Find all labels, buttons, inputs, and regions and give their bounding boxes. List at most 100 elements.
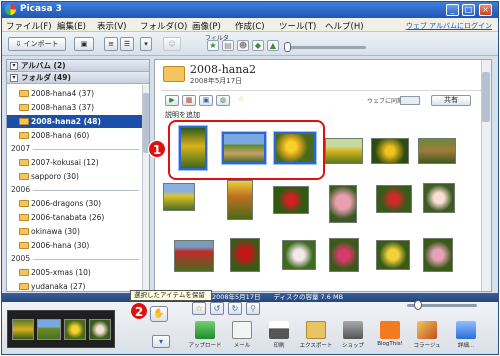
- collapse-icon[interactable]: ▾: [10, 74, 18, 82]
- add-to-album-button[interactable]: ▣: [74, 37, 94, 51]
- blogthis-action[interactable]: BlogThis!: [373, 321, 407, 354]
- filter-slider-thumb[interactable]: [284, 42, 291, 52]
- folder-item[interactable]: okinawa (30): [7, 225, 142, 238]
- play-slideshow-button[interactable]: ▶: [165, 95, 179, 106]
- web-sync-toggle[interactable]: [400, 96, 420, 105]
- photo-thumbnail[interactable]: [227, 180, 253, 220]
- filter-starred-button[interactable]: ★: [207, 40, 219, 51]
- export-label: エクスポート: [299, 343, 333, 349]
- shop-action[interactable]: ショップ: [336, 321, 370, 354]
- folder-item[interactable]: 2008-hana4 (37): [7, 87, 142, 100]
- folder-label: 2008-hana (60): [31, 131, 90, 140]
- album-view-scroll-thumb[interactable]: [482, 72, 490, 122]
- menu-folder[interactable]: フォルダ(O): [140, 20, 187, 32]
- view-dropdown-button[interactable]: ▾: [140, 37, 152, 51]
- menu-create[interactable]: 作成(C): [235, 20, 265, 32]
- close-button[interactable]: ×: [479, 4, 492, 16]
- tray-photo-thumbnail[interactable]: [64, 319, 86, 340]
- menu-tools[interactable]: ツール(T): [279, 20, 316, 32]
- folder-item[interactable]: 2006-dragons (30): [7, 197, 142, 210]
- tray-photo-thumbnail[interactable]: [37, 319, 61, 340]
- export-action[interactable]: エクスポート: [299, 321, 333, 354]
- photo-thumbnail[interactable]: [371, 138, 409, 164]
- tray-photo-thumbnail[interactable]: [89, 319, 111, 340]
- folder-icon: [19, 228, 29, 235]
- tray-menu-icon: ▾: [158, 337, 163, 346]
- folder-icon: [19, 269, 29, 276]
- photo-thumbnail[interactable]: [418, 138, 456, 164]
- print-action[interactable]: 印刷: [262, 321, 296, 354]
- photo-thumbnail[interactable]: [174, 240, 214, 272]
- collage-action[interactable]: コラージュ: [410, 321, 444, 354]
- more-label: 詳細...: [457, 343, 475, 349]
- thumbnail-size-slider-thumb[interactable]: [414, 300, 422, 310]
- geotag-button[interactable]: ◍: [216, 95, 230, 106]
- star-icon: ☆: [237, 95, 245, 103]
- star-selected-button[interactable]: ☆: [192, 302, 206, 315]
- menu-file[interactable]: ファイル(F): [6, 20, 52, 32]
- photo-thumbnail[interactable]: [282, 240, 316, 270]
- pushpin-icon: ✋: [153, 309, 165, 319]
- minimize-button[interactable]: _: [446, 4, 459, 16]
- folder-item-selected[interactable]: 2008-hana2 (48): [7, 115, 142, 128]
- add-description-link[interactable]: 説明を追加: [165, 110, 200, 120]
- photo-thumbnail[interactable]: [329, 185, 357, 223]
- more-action[interactable]: 詳細...: [449, 321, 483, 354]
- menu-picture[interactable]: 画像(P): [192, 20, 221, 32]
- hold-selected-button[interactable]: ✋: [150, 306, 168, 322]
- zoom-out-button[interactable]: ⚲: [246, 302, 260, 315]
- albums-header[interactable]: ▾ アルバム (2): [7, 60, 149, 72]
- photo-thumbnail[interactable]: [376, 185, 412, 213]
- photo-thumbnail[interactable]: [230, 238, 260, 272]
- rotate-left-button[interactable]: ↺: [210, 302, 224, 315]
- folder-item[interactable]: 2008-hana (60): [7, 129, 142, 142]
- people-button[interactable]: ☺: [163, 37, 181, 51]
- filter-faces-button[interactable]: ◆: [252, 40, 264, 51]
- tray-menu-button[interactable]: ▾: [152, 335, 170, 348]
- photo-thumbnail[interactable]: [423, 183, 455, 213]
- photo-thumbnail[interactable]: [273, 186, 309, 214]
- email-action[interactable]: メール: [225, 321, 259, 354]
- folder-item[interactable]: 2006-tanabata (26): [7, 211, 142, 224]
- share-button[interactable]: 共有: [431, 95, 471, 106]
- filter-video-button[interactable]: ▤: [222, 40, 234, 51]
- folder-item[interactable]: yudanaka (27): [7, 280, 142, 291]
- blogger-icon: [380, 321, 400, 339]
- folder-item[interactable]: 2008-hana3 (37): [7, 101, 142, 114]
- web-album-login-link[interactable]: ウェブ アルバムにログイン: [406, 21, 492, 31]
- filter-uploaded-button[interactable]: ▲: [267, 40, 279, 51]
- rotate-right-button[interactable]: ↻: [228, 302, 242, 315]
- picasa-window: Picasa 3 _ □ × ファイル(F) 編集(E) 表示(V) フォルダ(…: [1, 1, 499, 355]
- selected-photos-highlight: [168, 120, 325, 180]
- menu-help[interactable]: ヘルプ(H): [325, 20, 364, 32]
- tray-photo-thumbnail[interactable]: [12, 319, 34, 340]
- folder-item[interactable]: sapporo (30): [7, 170, 142, 183]
- tree-view-button[interactable]: ☰: [120, 37, 134, 51]
- list-view-button[interactable]: ≡: [104, 37, 118, 51]
- filter-geotag-button[interactable]: ☻: [237, 40, 249, 51]
- star-album-button[interactable]: ☆: [234, 95, 248, 106]
- maximize-button[interactable]: □: [462, 4, 475, 16]
- folders-header[interactable]: ▾ フォルダ (49): [7, 72, 149, 84]
- album-title[interactable]: 2008-hana2: [190, 63, 256, 76]
- people-icon: ☺: [168, 40, 176, 48]
- folder-item[interactable]: 2005-xmas (10): [7, 266, 142, 279]
- folder-icon: [19, 159, 29, 166]
- upload-action[interactable]: アップロード: [188, 321, 222, 354]
- year-group-2007: 2007: [11, 144, 140, 153]
- menu-view[interactable]: 表示(V): [97, 20, 126, 32]
- photo-thumbnail[interactable]: [376, 240, 410, 270]
- photo-thumbnail[interactable]: [163, 183, 195, 211]
- collage-button[interactable]: ▦: [182, 95, 196, 106]
- folders-header-label: フォルダ (49): [21, 73, 71, 82]
- photo-thumbnail[interactable]: [423, 238, 453, 272]
- photo-thumbnail[interactable]: [325, 138, 363, 164]
- menu-edit[interactable]: 編集(E): [57, 20, 86, 32]
- import-button[interactable]: ⇩ インポート: [8, 37, 66, 51]
- movie-button[interactable]: ▣: [199, 95, 213, 106]
- folder-icon: [19, 283, 29, 290]
- photo-thumbnail[interactable]: [329, 238, 359, 272]
- folder-item[interactable]: 2007-kokusai (12): [7, 156, 142, 169]
- collapse-icon[interactable]: ▾: [10, 62, 18, 70]
- folder-item[interactable]: 2006-hana (30): [7, 239, 142, 252]
